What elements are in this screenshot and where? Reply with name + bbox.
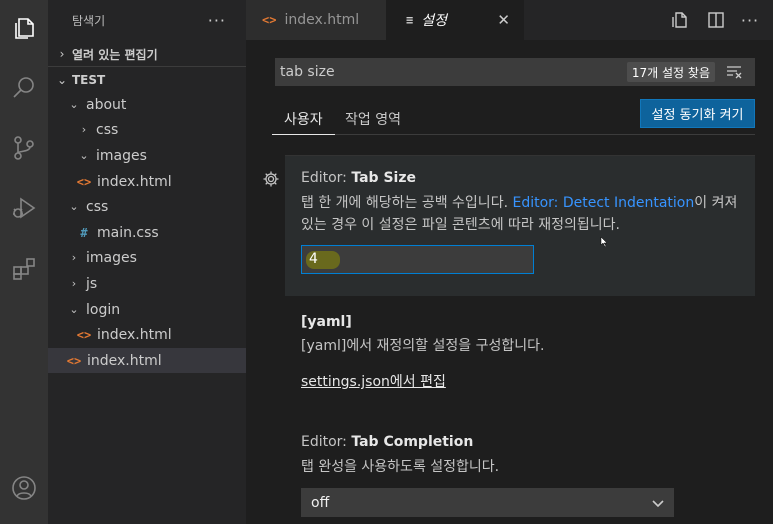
more-actions-icon[interactable]: ··· [208, 11, 226, 30]
tree-label: images [86, 249, 137, 266]
open-editors-section[interactable]: › 열려 있는 편집기 [48, 41, 246, 67]
open-editors-label: 열려 있는 편집기 [72, 47, 158, 62]
tab-label: index.html [284, 12, 360, 28]
tree-folder-login[interactable]: ⌄ login [48, 297, 246, 322]
tree-folder-css[interactable]: ⌄ css [48, 194, 246, 219]
desc-text: 있는 경우 이 설정은 파일 콘텐츠에 따라 재정의됩니다. [301, 217, 620, 233]
tree-label: images [96, 147, 147, 164]
chevron-right-icon: › [71, 251, 77, 264]
scope-divider [272, 134, 755, 135]
gear-icon[interactable] [262, 170, 280, 188]
tree-label: login [86, 301, 121, 318]
setting-name: Tab Size [351, 170, 416, 186]
split-editor-icon[interactable] [706, 10, 726, 30]
setting-title: Editor: Tab Completion [301, 434, 473, 450]
tree-label: main.css [97, 224, 159, 241]
search-result-count: 17개 설정 찾음 [626, 62, 715, 82]
chevron-down-icon: ⌄ [69, 98, 79, 111]
explorer-header: 탐색기 ··· [48, 0, 246, 40]
chevron-down-icon: ⌄ [69, 303, 79, 316]
editor-tab-bar: <> index.html ≡ 설정 ✕ ··· [246, 0, 773, 40]
tree-label: index.html [87, 352, 162, 369]
close-icon[interactable]: ✕ [497, 11, 510, 29]
select-value: off [311, 494, 330, 511]
chevron-right-icon: › [81, 123, 87, 136]
tree-file-index-html[interactable]: <> index.html [48, 348, 246, 373]
tree-label: css [96, 121, 119, 138]
mouse-cursor-icon [600, 237, 608, 247]
desc-text: 이 켜져 [694, 195, 738, 211]
run-debug-icon[interactable] [0, 184, 48, 232]
setting-title: Editor: Tab Size [301, 170, 416, 186]
search-value: tab size [280, 64, 335, 80]
settings-search-input[interactable]: tab size 17개 설정 찾음 [275, 58, 755, 86]
explorer-title: 탐색기 [72, 13, 106, 28]
tree-label: index.html [97, 326, 172, 343]
setting-category: Editor: [301, 434, 352, 450]
workspace-section[interactable]: ⌄ TEST [48, 67, 246, 93]
tree-folder-js[interactable]: › js [48, 271, 246, 296]
tree-folder-images[interactable]: ⌄ images [48, 143, 246, 168]
explorer-icon[interactable] [0, 4, 48, 52]
tree-file-index-html[interactable]: <> index.html [48, 322, 246, 347]
setting-description: 탭 한 개에 해당하는 공백 수입니다. Editor: Detect Inde… [301, 192, 751, 236]
html-file-icon: <> [262, 13, 277, 27]
chevron-right-icon: › [71, 277, 77, 290]
setting-title: [yaml] [301, 314, 352, 330]
search-icon[interactable] [0, 64, 48, 112]
chevron-right-icon: › [59, 47, 65, 61]
workspace-label: TEST [72, 73, 106, 87]
tab-workspace[interactable]: 작업 영역 [345, 104, 401, 134]
html-file-icon: <> [76, 327, 92, 342]
setting-name: Tab Completion [351, 434, 474, 450]
active-tab-indicator [272, 134, 335, 135]
edit-in-settings-json-link[interactable]: settings.json에서 편집 [301, 371, 446, 391]
source-control-icon[interactable] [0, 124, 48, 172]
tree-folder-css[interactable]: › css [48, 117, 246, 142]
clear-filter-icon[interactable] [725, 63, 745, 81]
chevron-down-icon: ⌄ [69, 200, 79, 213]
tree-label: index.html [97, 173, 172, 190]
setting-name: [yaml] [301, 314, 352, 330]
account-icon[interactable] [0, 464, 48, 512]
html-file-icon: <> [76, 174, 92, 189]
tab-index-html[interactable]: <> index.html [246, 0, 386, 40]
settings-file-icon: ≡ [406, 13, 414, 27]
settings-sync-button[interactable]: 설정 동기화 켜기 [640, 99, 755, 128]
extensions-icon[interactable] [0, 244, 48, 292]
tree-file-main-css[interactable]: # main.css [48, 220, 246, 245]
activity-bar [0, 0, 48, 524]
open-settings-json-icon[interactable] [670, 10, 690, 30]
chevron-down-icon: ⌄ [79, 149, 89, 162]
tree-folder-images[interactable]: › images [48, 245, 246, 270]
tab-settings[interactable]: ≡ 설정 ✕ [386, 0, 524, 40]
tab-label: 설정 [421, 13, 447, 29]
explorer-sidebar: 탐색기 ··· › 열려 있는 편집기 ⌄ TEST ⌄ about › css… [48, 0, 246, 524]
tab-size-input[interactable]: 4 [301, 245, 534, 274]
chevron-down-icon: ⌄ [56, 73, 68, 87]
tab-completion-select[interactable]: off [301, 488, 674, 517]
css-file-icon: # [80, 225, 88, 240]
desc-text: 탭 한 개에 해당하는 공백 수입니다. [301, 195, 513, 211]
tab-user[interactable]: 사용자 [284, 104, 323, 134]
chevron-down-icon [651, 496, 665, 510]
more-actions-icon[interactable]: ··· [740, 10, 760, 30]
setting-description: [yaml]에서 재정의할 설정을 구성합니다. [301, 338, 545, 354]
tree-file-index-html[interactable]: <> index.html [48, 169, 246, 194]
tree-label: about [86, 96, 127, 113]
tree-label: js [86, 275, 98, 292]
setting-category: Editor: [301, 170, 352, 186]
setting-description: 탭 완성을 사용하도록 설정합니다. [301, 459, 500, 475]
tab-size-value: 4 [309, 251, 318, 267]
html-file-icon: <> [66, 353, 82, 368]
tree-folder-about[interactable]: ⌄ about [48, 92, 246, 117]
detect-indentation-link[interactable]: Editor: Detect Indentation [512, 195, 694, 211]
tree-label: css [86, 198, 109, 215]
